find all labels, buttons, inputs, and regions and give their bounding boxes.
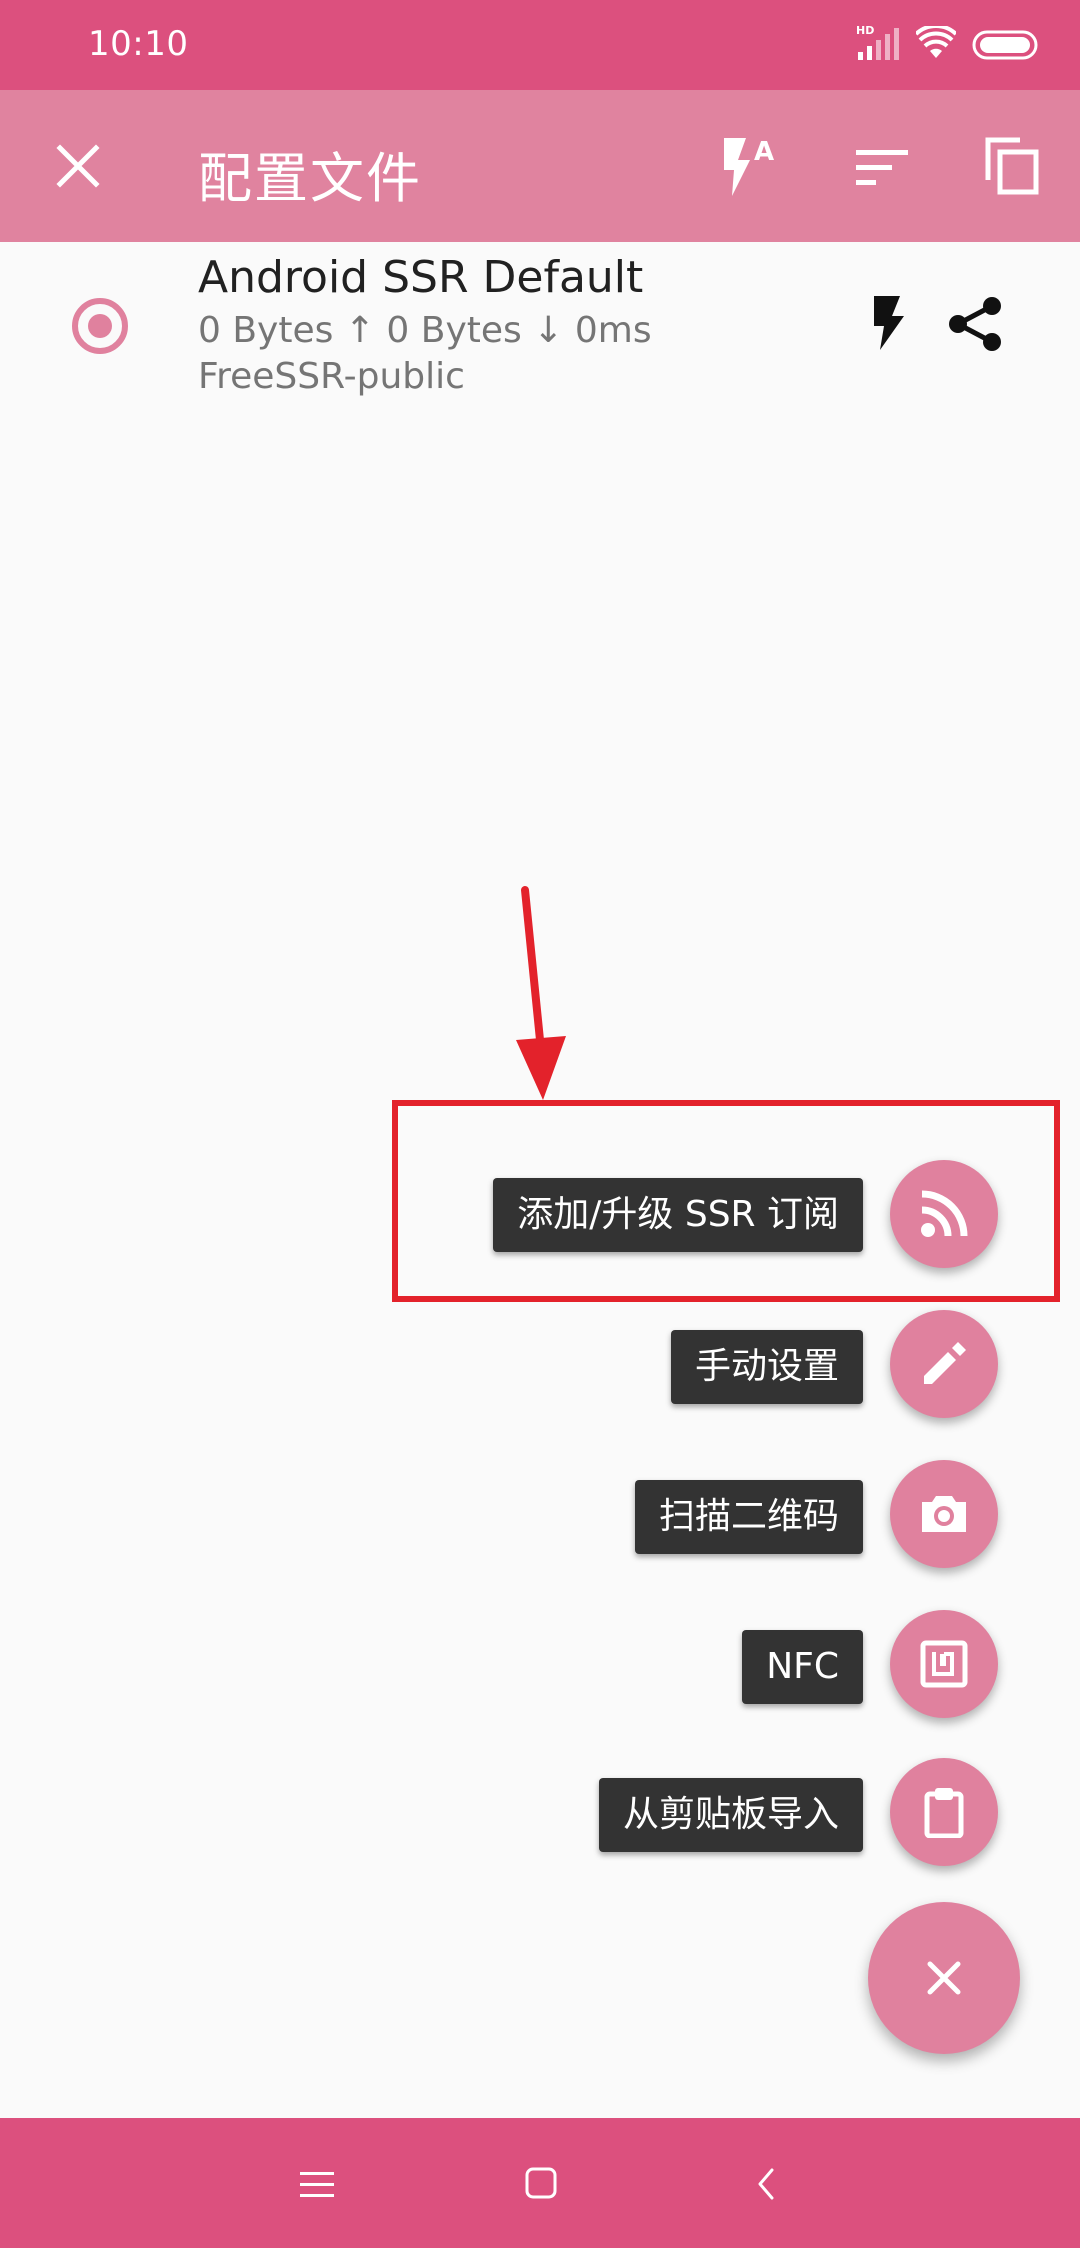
profile-item[interactable]: Android SSR Default 0 Bytes ↑ 0 Bytes ↓ … — [0, 242, 1080, 412]
fab-label[interactable]: 扫描二维码 — [634, 1480, 863, 1554]
fab-item-clipboard[interactable]: 从剪贴板导入 — [0, 1748, 1080, 1866]
svg-text:A: A — [754, 137, 774, 167]
copy-icon[interactable] — [984, 136, 1040, 200]
fab-mini-button[interactable] — [890, 1310, 998, 1418]
app-bar: 配置文件 A — [0, 90, 1080, 242]
fab-mini-button[interactable] — [890, 1160, 998, 1268]
home-icon[interactable] — [524, 2166, 558, 2204]
menu-icon[interactable] — [300, 2170, 334, 2204]
annotation-arrow — [516, 886, 566, 1100]
nfc-icon — [920, 1640, 968, 1688]
fab-label[interactable]: NFC — [742, 1630, 863, 1704]
profile-name: Android SSR Default — [198, 252, 644, 303]
camera-icon — [922, 1496, 966, 1532]
fab-item-subscription[interactable]: 添加/升级 SSR 订阅 — [0, 1150, 1080, 1268]
fab-main-button[interactable] — [868, 1902, 1020, 2054]
test-connection-icon[interactable] — [870, 294, 906, 356]
sort-icon[interactable] — [856, 148, 908, 192]
fab-label[interactable]: 手动设置 — [670, 1330, 863, 1404]
close-icon[interactable] — [56, 144, 100, 192]
share-icon[interactable] — [948, 296, 1002, 356]
clipboard-icon — [924, 1788, 964, 1838]
page-title: 配置文件 — [198, 147, 422, 210]
profile-stats: 0 Bytes ↑ 0 Bytes ↓ 0ms — [198, 310, 652, 351]
status-time: 10:10 — [88, 24, 189, 64]
navigation-bar — [0, 2118, 1080, 2248]
fab-label[interactable]: 从剪贴板导入 — [598, 1778, 863, 1852]
fab-mini-button[interactable] — [890, 1610, 998, 1718]
close-icon — [927, 1961, 961, 1995]
rss-icon — [921, 1190, 968, 1237]
fab-item-nfc[interactable]: NFC — [0, 1600, 1080, 1718]
selected-radio[interactable] — [72, 298, 128, 354]
fab-mini-button[interactable] — [890, 1758, 998, 1866]
fab-item-manual[interactable]: 手动设置 — [0, 1300, 1080, 1418]
profile-group: FreeSSR-public — [198, 356, 465, 397]
fab-label[interactable]: 添加/升级 SSR 订阅 — [493, 1178, 863, 1252]
back-icon[interactable] — [754, 2166, 778, 2206]
test-all-icon[interactable]: A — [720, 134, 780, 204]
wifi-icon — [914, 24, 958, 64]
fab-mini-button[interactable] — [890, 1460, 998, 1568]
network-badge: HD — [856, 24, 874, 37]
battery-icon — [972, 30, 1042, 64]
status-bar: 10:10 HD — [0, 0, 1080, 90]
fab-item-scan-qr[interactable]: 扫描二维码 — [0, 1450, 1080, 1568]
signal-icon: HD — [856, 22, 902, 66]
pencil-icon — [924, 1342, 966, 1384]
